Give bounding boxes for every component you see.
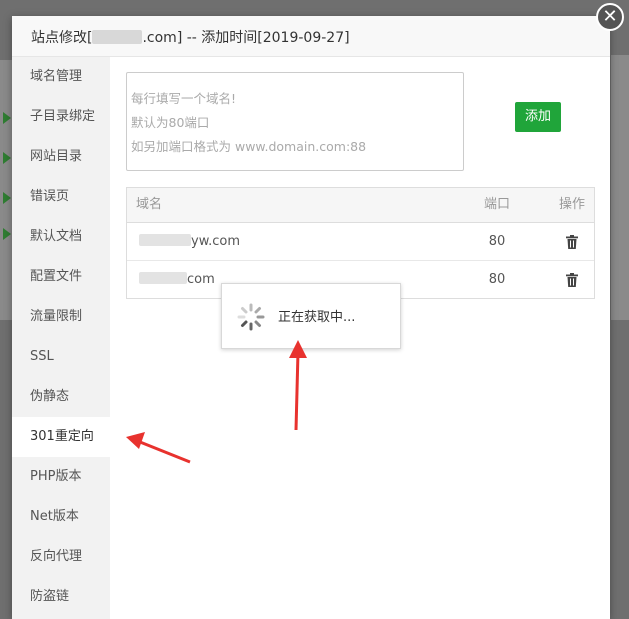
column-header-domain: 域名 <box>136 197 163 212</box>
domain-name-text: yw.com <box>191 234 241 249</box>
delete-domain-button[interactable] <box>552 223 592 260</box>
play-icon <box>3 112 11 124</box>
add-domain-button[interactable]: 添加 <box>515 102 561 132</box>
table-row: yw.com 80 <box>127 223 594 261</box>
column-header-operation: 操作 <box>558 197 585 212</box>
close-dialog-button[interactable]: ✕ <box>596 3 624 31</box>
dialog-title-suffix: .com] -- 添加时间[2019-09-27] <box>142 30 350 46</box>
loading-toast: 正在获取中... <box>221 283 401 349</box>
column-header-port: 端口 <box>483 197 510 212</box>
loading-text: 正在获取中... <box>278 310 356 325</box>
port-cell: 80 <box>488 272 506 287</box>
sidebar-item[interactable]: 网站目录 <box>12 137 110 177</box>
table-header: 域名 端口 操作 <box>127 188 594 223</box>
redacted-domain <box>139 272 187 284</box>
sidebar-item[interactable]: 域名管理 <box>12 57 110 97</box>
sidebar-item[interactable]: 流量限制 <box>12 297 110 337</box>
sidebar-item[interactable]: 防盗链 <box>12 577 110 617</box>
dialog-header: 站点修改[ .com] -- 添加时间[2019-09-27] <box>12 16 610 57</box>
delete-domain-button[interactable] <box>552 261 592 298</box>
sidebar-item[interactable]: PHP版本 <box>12 457 110 497</box>
background-app-strip <box>0 60 12 320</box>
redacted-domain <box>92 30 143 44</box>
domain-cell: yw.com <box>139 223 240 260</box>
sidebar-item[interactable]: 错误页 <box>12 177 110 217</box>
domain-management-panel: 每行填写一个域名! 默认为80端口 如另加端口格式为 www.domain.co… <box>110 57 610 619</box>
domain-name-text: com <box>187 272 215 287</box>
domain-input[interactable]: 每行填写一个域名! 默认为80端口 如另加端口格式为 www.domain.co… <box>126 72 464 171</box>
domain-cell: com <box>139 261 215 298</box>
domain-input-hint: 默认为80端口 <box>131 115 210 130</box>
domain-input-hint: 每行填写一个域名! <box>131 91 237 106</box>
background-app-strip-right <box>611 55 629 320</box>
redacted-domain <box>139 234 191 246</box>
sidebar-item[interactable]: 子目录绑定 <box>12 97 110 137</box>
trash-icon <box>566 272 578 287</box>
port-cell: 80 <box>488 234 506 249</box>
sidebar-item[interactable]: 301重定向 <box>12 417 110 457</box>
dialog-title-prefix: 站点修改[ <box>31 30 93 46</box>
sidebar-item[interactable]: SSL <box>12 337 110 377</box>
settings-sidebar: 域名管理 子目录绑定 网站目录 错误页 默认文档 配置文件 流量限制 SSL 伪静态 301重定向… <box>12 57 110 619</box>
domain-input-hint: 如另加端口格式为 www.domain.com:88 <box>131 139 367 154</box>
sidebar-item[interactable]: Net版本 <box>12 497 110 537</box>
play-icon <box>3 152 11 164</box>
sidebar-item[interactable]: 伪静态 <box>12 377 110 417</box>
close-icon: ✕ <box>602 6 618 27</box>
dialog-title: 站点修改[ .com] -- 添加时间[2019-09-27] <box>31 27 350 47</box>
play-icon <box>3 228 11 240</box>
trash-icon <box>566 234 578 249</box>
sidebar-item[interactable]: 配置文件 <box>12 257 110 297</box>
sidebar-item[interactable]: 反向代理 <box>12 537 110 577</box>
spinner-icon <box>237 303 265 331</box>
play-icon <box>3 192 11 204</box>
site-edit-dialog: 站点修改[ .com] -- 添加时间[2019-09-27] 域名管理 子目录绑定… <box>12 16 610 619</box>
sidebar-item[interactable]: 默认文档 <box>12 217 110 257</box>
